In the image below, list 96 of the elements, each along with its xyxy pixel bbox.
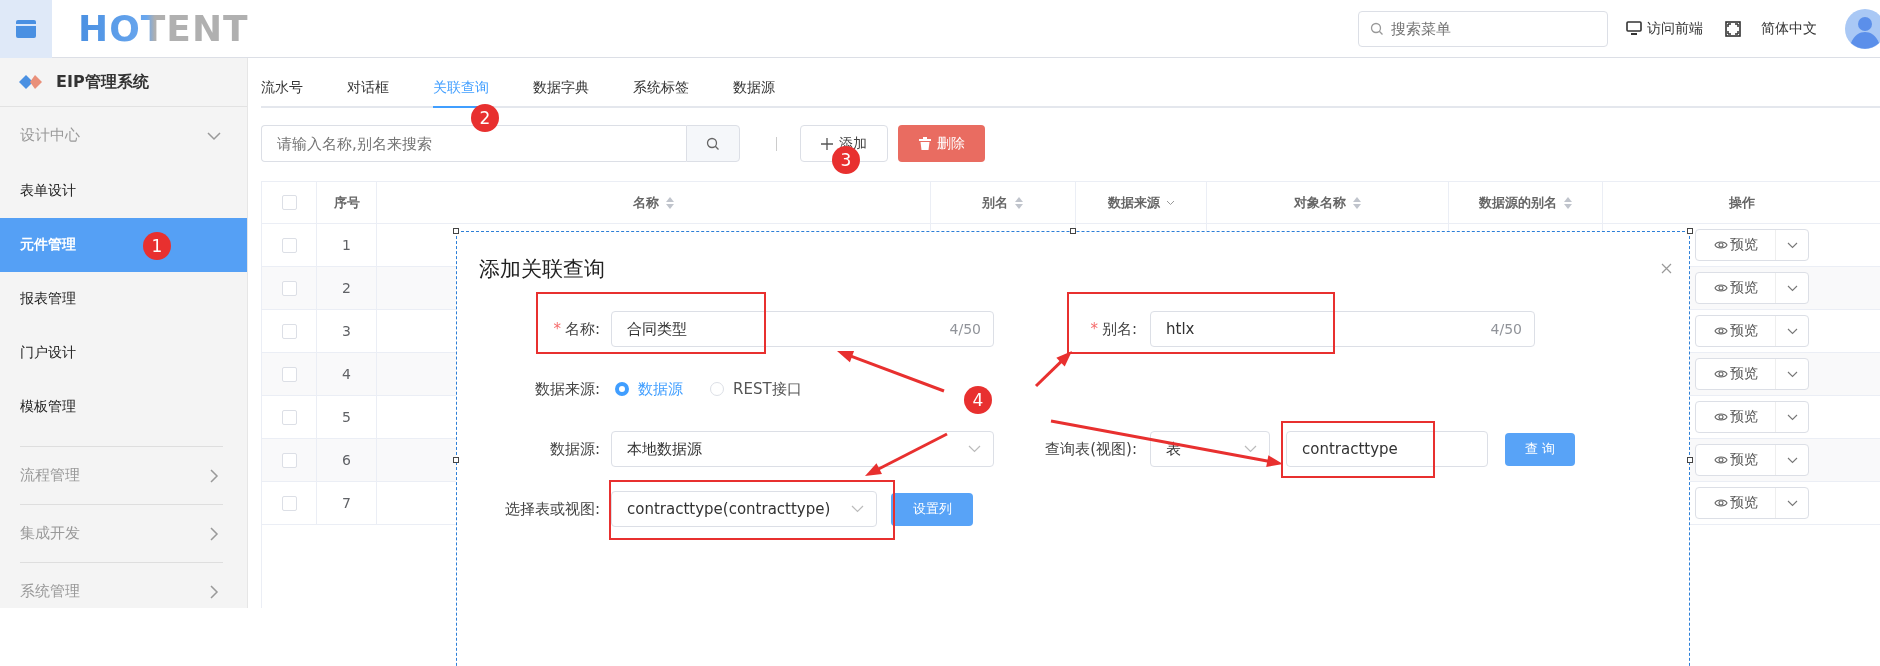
row-checkbox[interactable] — [281, 323, 297, 339]
row-number: 2 — [342, 280, 351, 296]
number-badge: 2 — [471, 104, 499, 132]
monitor-icon — [1626, 21, 1642, 36]
caret-icon — [1786, 456, 1798, 464]
row-number: 6 — [342, 452, 351, 468]
sort-icon[interactable] — [1351, 195, 1362, 210]
resize-handle[interactable] — [1687, 457, 1693, 463]
plus-icon — [821, 137, 833, 150]
row-number: 1 — [342, 237, 351, 253]
table-select[interactable]: contracttype(contracttype) — [611, 491, 877, 527]
resize-handle[interactable] — [1687, 228, 1693, 234]
eye-icon — [1713, 498, 1728, 508]
app-title: EIP管理系统 — [56, 71, 149, 93]
field-label: 名称: — [564, 319, 600, 338]
row-number: 3 — [342, 323, 351, 339]
field-label: 数据源: — [548, 439, 601, 459]
column-header[interactable]: 别名 — [982, 193, 1008, 212]
tab[interactable]: 数据源 — [733, 70, 775, 108]
field-label: 数据来源: — [533, 379, 601, 399]
tab[interactable]: 流水号 — [261, 70, 303, 108]
resize-handle[interactable] — [453, 457, 459, 463]
visit-frontend-link[interactable]: 访问前端 — [1626, 19, 1703, 38]
caret-icon — [1244, 445, 1257, 453]
name-field[interactable]: 合同类型 4/50 — [611, 311, 994, 347]
table-name-field[interactable]: contracttype — [1286, 431, 1488, 467]
tab[interactable]: 系统标签 — [633, 70, 689, 108]
row-number: 4 — [342, 366, 351, 382]
caret-icon — [1786, 499, 1798, 507]
resize-handle[interactable] — [453, 228, 459, 234]
menu-button[interactable] — [0, 0, 52, 58]
row-checkbox[interactable] — [281, 237, 297, 253]
caret-icon — [1786, 284, 1798, 292]
eye-icon — [1713, 369, 1728, 379]
chevron-right-icon — [207, 584, 221, 599]
caret-icon[interactable] — [1165, 199, 1175, 206]
menu-item[interactable]: 模板管理 — [0, 380, 247, 434]
menu-icon — [15, 17, 37, 40]
search-button[interactable] — [686, 125, 740, 162]
caret-icon — [1786, 413, 1798, 421]
column-header[interactable]: 对象名称 — [1293, 193, 1346, 212]
annotation-arrow — [1034, 351, 1072, 388]
search-icon — [1370, 21, 1384, 36]
radio-button[interactable] — [615, 382, 629, 396]
sort-icon[interactable] — [1562, 195, 1573, 210]
radio-option[interactable]: REST接口 — [710, 379, 802, 399]
language-button[interactable]: 简体中文 — [1755, 15, 1823, 42]
sort-icon[interactable] — [1014, 195, 1024, 210]
menu-item[interactable]: 表单设计 — [0, 164, 247, 218]
chevron-right-icon — [207, 526, 221, 541]
row-checkbox[interactable] — [281, 495, 297, 511]
close-icon[interactable] — [1661, 263, 1672, 274]
eye-icon — [1713, 283, 1728, 293]
eye-icon — [1713, 412, 1728, 422]
menu-item[interactable]: 门户设计 — [0, 326, 247, 380]
sort-icon[interactable] — [664, 195, 675, 210]
dialog-title: 添加关联查询 — [479, 257, 605, 281]
app-logo-icon — [18, 74, 44, 90]
column-header: 序号 — [333, 193, 360, 212]
column-header[interactable]: 名称 — [632, 193, 659, 212]
caret-icon — [851, 505, 864, 513]
tab[interactable]: 对话框 — [347, 70, 389, 108]
row-number: 5 — [342, 409, 351, 425]
row-number: 7 — [342, 495, 351, 511]
resize-handle[interactable] — [1070, 228, 1076, 234]
eye-icon — [1713, 326, 1728, 336]
tab[interactable]: 数据字典 — [533, 70, 589, 108]
caret-icon — [1786, 327, 1798, 335]
column-header: 操作 — [1728, 193, 1755, 212]
eye-icon — [1713, 240, 1728, 250]
caret-icon — [1786, 241, 1798, 249]
menu-item[interactable]: 报表管理 — [0, 272, 247, 326]
column-header[interactable]: 数据源的别名 — [1478, 193, 1557, 212]
row-checkbox[interactable] — [281, 452, 297, 468]
field-label: 别名: — [1101, 319, 1137, 338]
caret-icon — [1786, 370, 1798, 378]
fullscreen-icon[interactable] — [1725, 20, 1741, 37]
datasource-select[interactable]: 本地数据源 — [611, 431, 994, 467]
search-field[interactable]: 搜索菜单 — [1358, 10, 1608, 47]
row-checkbox[interactable] — [281, 409, 297, 425]
search-icon — [706, 136, 720, 151]
avatar-icon[interactable] — [1845, 8, 1880, 49]
alias-field[interactable]: htlx 4/50 — [1150, 311, 1535, 347]
field-label: 查询表(视图): — [1044, 439, 1138, 459]
search-field[interactable]: 请输入名称,别名来搜索 — [261, 125, 686, 162]
select-all-checkbox[interactable] — [281, 195, 297, 210]
trash-icon — [918, 137, 931, 150]
eye-icon — [1713, 455, 1728, 465]
column-header[interactable]: 数据来源 — [1107, 193, 1160, 212]
required-mark: * — [1090, 319, 1098, 338]
caret-icon — [968, 445, 981, 453]
required-mark: * — [553, 319, 561, 338]
field-label: 选择表或视图: — [503, 499, 601, 519]
chevron-right-icon — [207, 468, 221, 483]
row-checkbox[interactable] — [281, 280, 297, 296]
row-checkbox[interactable] — [281, 366, 297, 382]
